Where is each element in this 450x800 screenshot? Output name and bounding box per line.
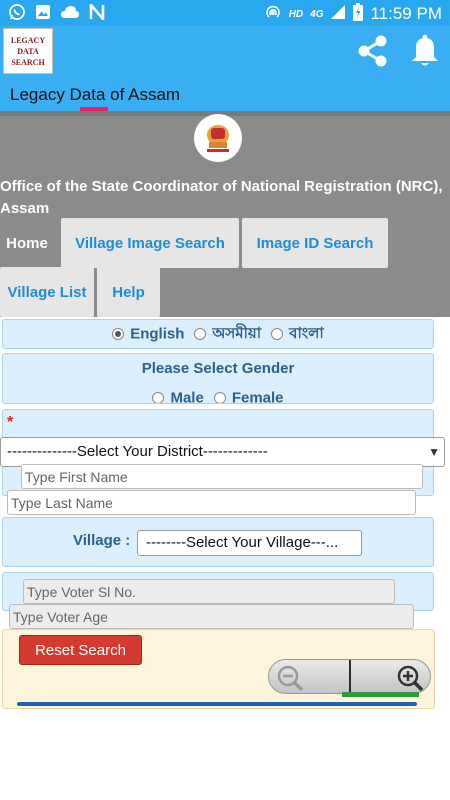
clock: 11:59 PM bbox=[370, 4, 442, 23]
tab-village-image-search-label: Village Image Search bbox=[75, 234, 225, 252]
language-label-english: English bbox=[130, 325, 185, 343]
gender-option-male[interactable]: Male bbox=[152, 389, 204, 404]
voter-age-input[interactable] bbox=[9, 604, 414, 629]
gender-option-female[interactable]: Female bbox=[213, 389, 284, 404]
share-icon bbox=[358, 35, 387, 67]
battery-icon bbox=[353, 3, 364, 25]
tab-village-list[interactable]: Village List bbox=[0, 267, 94, 317]
hotspot-icon bbox=[264, 3, 282, 25]
gender-radio-male[interactable] bbox=[152, 391, 165, 403]
village-select[interactable]: --------Select Your Village---... bbox=[137, 530, 362, 556]
district-select[interactable]: --------------Select Your District------… bbox=[0, 437, 445, 467]
tab-help[interactable]: Help bbox=[97, 267, 160, 317]
required-mark: * bbox=[7, 414, 14, 431]
tab-image-id-search-label: Image ID Search bbox=[256, 234, 374, 252]
language-option-bengali[interactable]: বাংলা bbox=[271, 322, 324, 347]
tab-image-id-search[interactable]: Image ID Search bbox=[242, 218, 388, 268]
logo-line-2: DATA bbox=[17, 46, 39, 56]
tab-home[interactable]: Home bbox=[0, 218, 54, 268]
language-option-english[interactable]: English bbox=[112, 325, 184, 343]
district-select-value: --------------Select Your District------… bbox=[7, 443, 268, 460]
whatsapp-icon bbox=[8, 3, 26, 26]
cloud-icon bbox=[60, 5, 80, 24]
gender-panel: Please Select Gender Male Female bbox=[2, 353, 434, 404]
language-label-bengali: বাংলা bbox=[289, 324, 324, 342]
notifications-button[interactable] bbox=[406, 32, 444, 70]
language-radio-assamese[interactable] bbox=[194, 328, 207, 340]
status-bar: HD 4G 11:59 PM bbox=[0, 0, 450, 26]
network-gen-label: 4G bbox=[310, 8, 324, 20]
zoom-out-icon bbox=[277, 665, 304, 692]
zoom-in-icon bbox=[397, 665, 424, 692]
village-label: Village : bbox=[73, 532, 131, 549]
gender-options: Male Female bbox=[3, 389, 433, 404]
office-title: Office of the State Coordinator of Natio… bbox=[0, 178, 443, 217]
results-header-edge bbox=[17, 702, 417, 706]
language-radio-english[interactable] bbox=[112, 327, 125, 340]
language-selector: English অসমীয়া বাংলা bbox=[2, 319, 434, 349]
language-radio-bengali[interactable] bbox=[271, 328, 284, 340]
network-hd-label: HD bbox=[288, 8, 304, 20]
tab-village-list-label: Village List bbox=[7, 283, 87, 301]
signal-icon bbox=[330, 4, 346, 24]
voter-sl-input[interactable] bbox=[23, 579, 395, 604]
tab-village-image-search[interactable]: Village Image Search bbox=[61, 218, 239, 268]
system-indicators: HD 4G 11:59 PM bbox=[264, 3, 442, 25]
logo-line-3: SEARCH bbox=[11, 57, 45, 67]
language-option-assamese[interactable]: অসমীয়া bbox=[194, 322, 261, 347]
app-screen: HD 4G 11:59 PM LEGACY DATA SEARCH Legacy… bbox=[0, 0, 450, 800]
language-label-assamese: অসমীয়া bbox=[212, 324, 262, 342]
state-emblem-icon bbox=[194, 114, 242, 162]
logo-line-1: LEGACY bbox=[10, 35, 46, 45]
zoom-control bbox=[268, 659, 431, 694]
zoom-in-button[interactable] bbox=[395, 663, 425, 693]
village-select-value: --------Select Your Village---... bbox=[146, 534, 339, 551]
gender-label-female: Female bbox=[231, 389, 284, 404]
tab-home-label: Home bbox=[6, 234, 48, 252]
zoom-active-indicator bbox=[342, 692, 419, 697]
gender-prompt: Please Select Gender bbox=[141, 360, 295, 377]
reset-search-label: Reset Search bbox=[35, 641, 126, 659]
app-tagline: Legacy Data of Assam bbox=[10, 85, 181, 104]
reset-search-button[interactable]: Reset Search bbox=[19, 635, 142, 665]
first-name-input[interactable] bbox=[21, 464, 423, 489]
n-notification-icon bbox=[89, 1, 105, 25]
zoom-out-button[interactable] bbox=[275, 663, 305, 693]
app-bar: LEGACY DATA SEARCH Legacy Data of Assam bbox=[0, 26, 450, 111]
app-logo: LEGACY DATA SEARCH bbox=[3, 28, 53, 74]
tab-help-label: Help bbox=[112, 283, 145, 301]
share-button[interactable] bbox=[354, 32, 392, 70]
gender-label-male: Male bbox=[170, 389, 204, 404]
government-header: Office of the State Coordinator of Natio… bbox=[0, 111, 450, 317]
zoom-divider bbox=[349, 660, 351, 693]
dropdown-arrow-icon: ▼ bbox=[428, 445, 440, 459]
gallery-icon bbox=[35, 4, 51, 25]
gender-radio-female[interactable] bbox=[213, 391, 226, 403]
notification-icons bbox=[8, 1, 105, 26]
last-name-input[interactable] bbox=[7, 490, 416, 515]
bell-icon bbox=[412, 34, 438, 66]
